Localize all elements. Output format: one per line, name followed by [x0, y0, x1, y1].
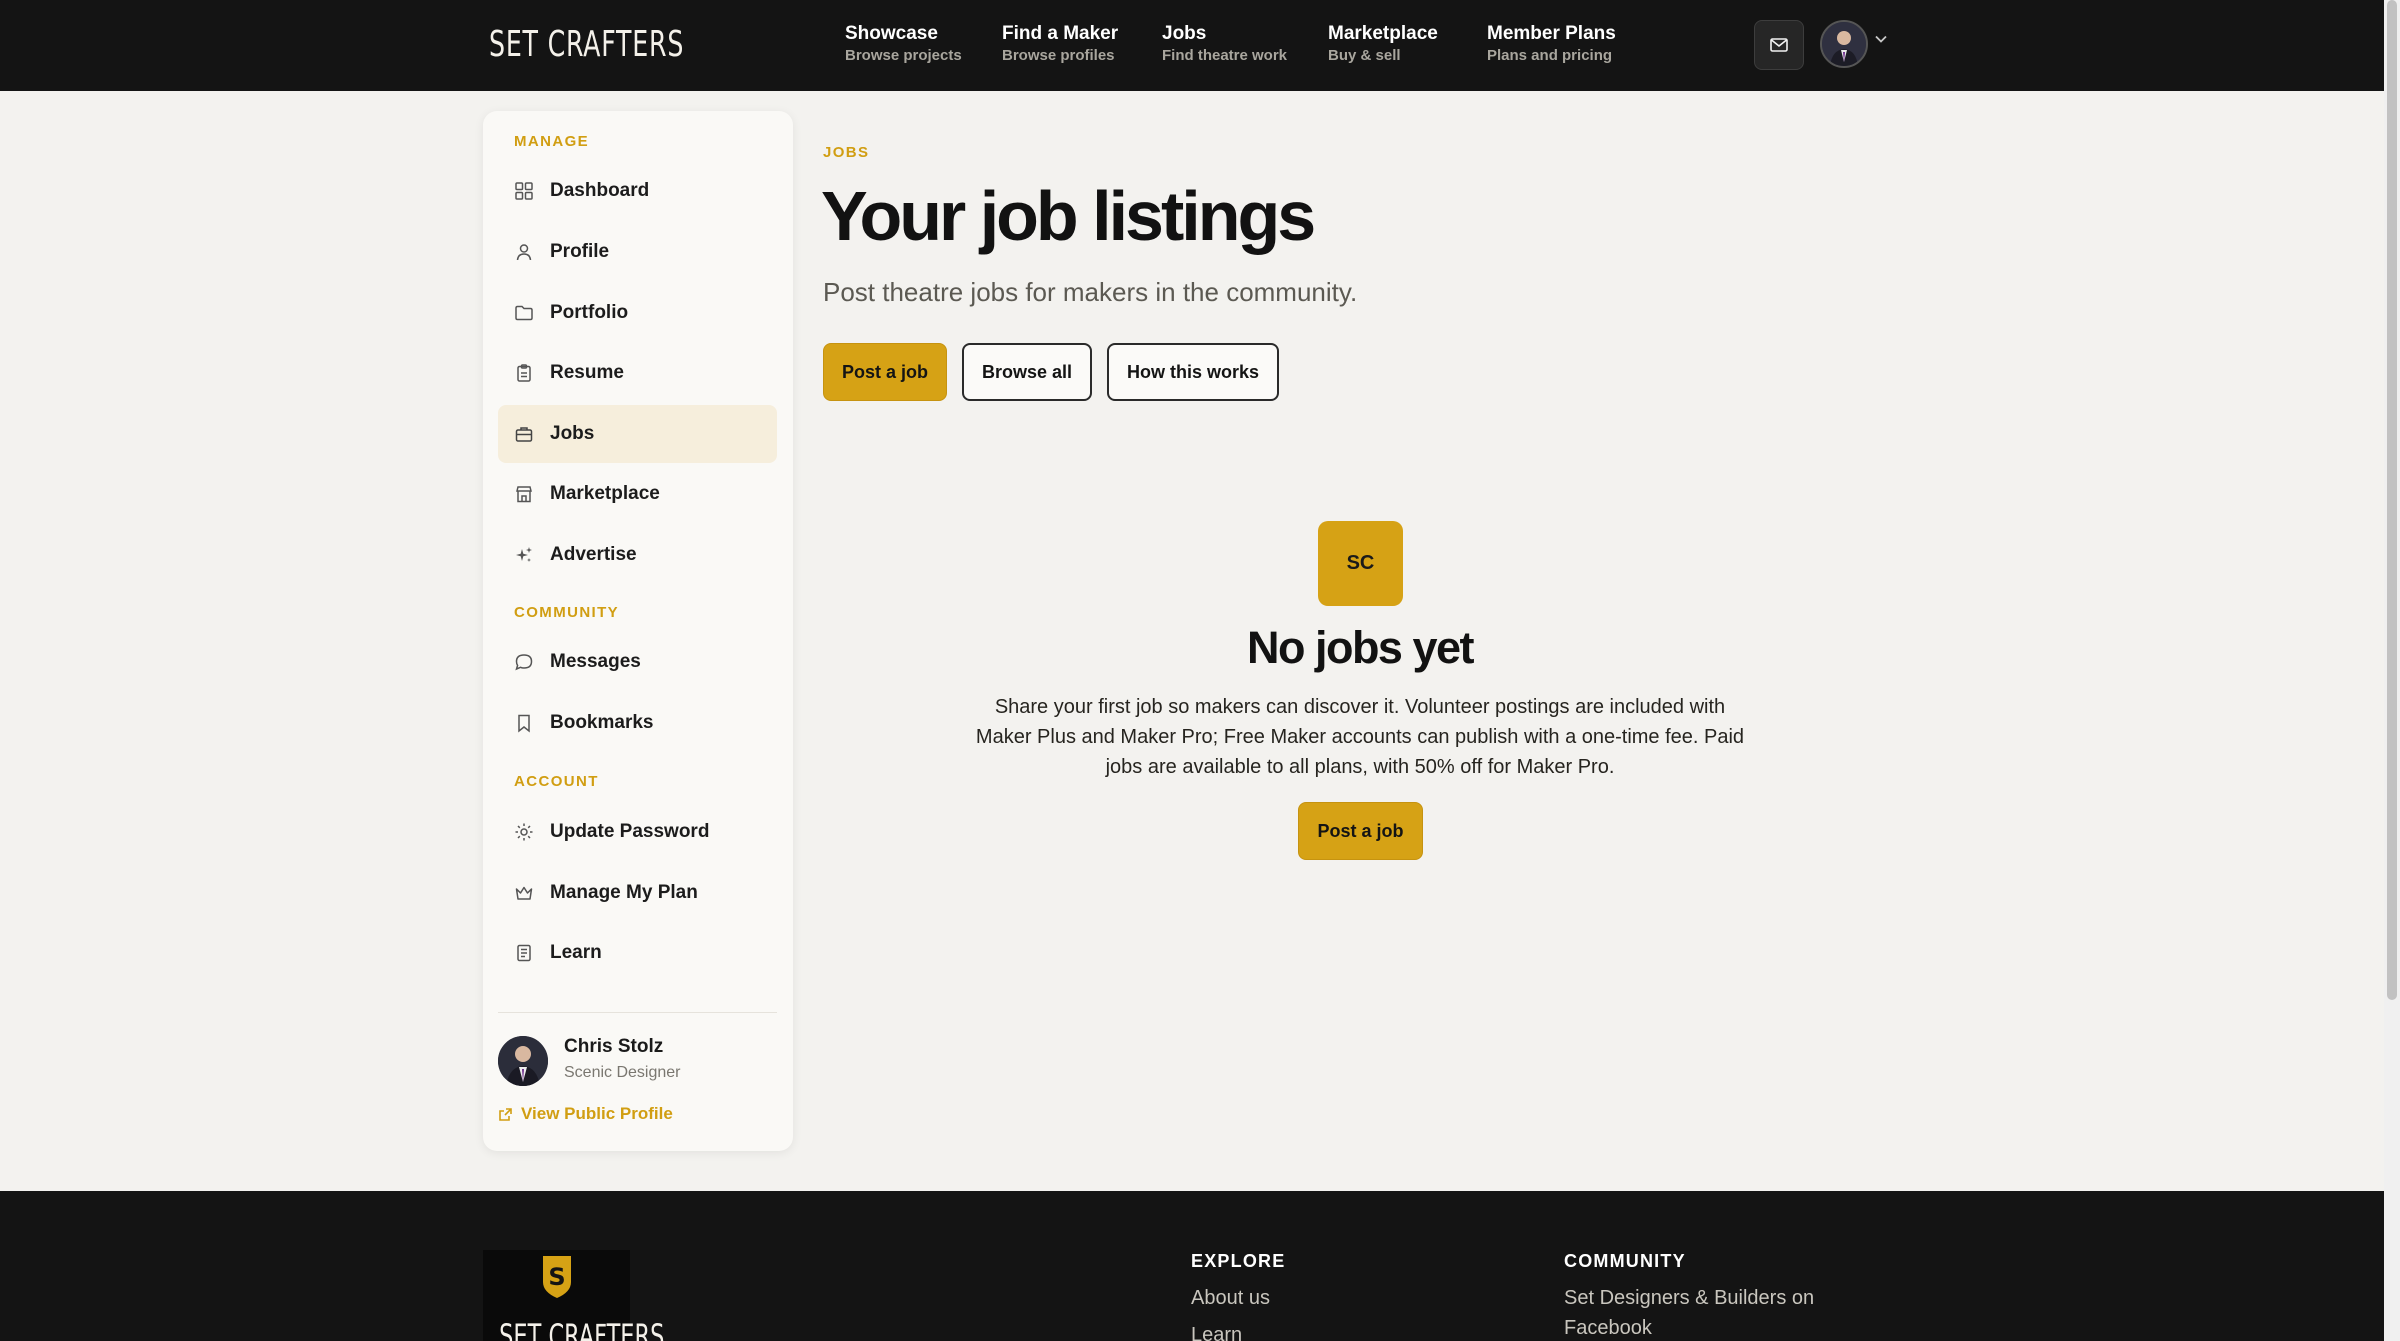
sidebar-item-label: Portfolio: [550, 302, 629, 323]
footer-community-title: COMMUNITY: [1564, 1251, 1686, 1271]
sidebar-item-dashboard[interactable]: Dashboard: [498, 162, 777, 220]
chat-bubble-icon: [515, 654, 533, 671]
post-job-button[interactable]: Post a job: [823, 343, 947, 401]
user-icon: [516, 244, 532, 261]
sidebar-item-messages[interactable]: Messages: [498, 633, 777, 691]
nav-marketplace[interactable]: Marketplace Buy & sell: [1328, 22, 1438, 66]
footer-logo[interactable]: S SET CRAFTERS: [483, 1250, 665, 1341]
nav-find-a-maker-sub: Browse profiles: [1002, 47, 1115, 64]
sidebar-item-label: Resume: [550, 362, 624, 383]
user-name: Chris Stolz: [564, 1036, 664, 1057]
nav-member-plans-title: Member Plans: [1487, 23, 1616, 44]
brand-name: SET CRAFTERS: [489, 23, 685, 65]
sidebar-item-bookmarks[interactable]: Bookmarks: [498, 694, 777, 752]
sidebar-item-label: Jobs: [550, 423, 595, 444]
nav-find-a-maker[interactable]: Find a Maker Browse profiles: [1002, 22, 1118, 66]
browse-all-button[interactable]: Browse all: [962, 343, 1092, 401]
footer-explore-title: EXPLORE: [1191, 1251, 1286, 1271]
footer-link-about[interactable]: About us: [1191, 1283, 1270, 1313]
sidebar-item-portfolio[interactable]: Portfolio: [498, 284, 777, 342]
page-title: Your job listings: [821, 177, 1316, 255]
view-public-profile-label: View Public Profile: [521, 1104, 673, 1123]
sidebar-item-label: Update Password: [550, 821, 710, 842]
clipboard-icon: [517, 364, 531, 382]
chevron-down-icon[interactable]: [1875, 35, 1887, 43]
nav-jobs[interactable]: Jobs Find theatre work: [1162, 22, 1287, 66]
sidebar-item-label: Manage My Plan: [550, 882, 698, 903]
sidebar-item-label: Messages: [550, 651, 641, 672]
sidebar-item-marketplace[interactable]: Marketplace: [498, 465, 777, 523]
sidebar-item-learn[interactable]: Learn: [498, 924, 777, 982]
view-public-profile-link[interactable]: View Public Profile: [498, 1104, 673, 1124]
nav-marketplace-sub: Buy & sell: [1328, 47, 1401, 64]
footer-link-facebook-group[interactable]: Set Designers & Builders on Facebook: [1564, 1283, 1844, 1341]
empty-state-title: No jobs yet: [1246, 622, 1475, 673]
page-eyebrow: JOBS: [823, 144, 870, 161]
shield-logo-icon: S: [543, 1256, 571, 1298]
sidebar-item-advertise[interactable]: Advertise: [498, 526, 777, 584]
section-account: ACCOUNT: [514, 773, 599, 790]
empty-post-job-button[interactable]: Post a job: [1298, 802, 1423, 860]
footer-brand-name: SET CRAFTERS: [499, 1317, 665, 1341]
footer-link-learn[interactable]: Learn: [1191, 1320, 1242, 1341]
empty-state-badge: SC: [1318, 521, 1403, 606]
nav-find-a-maker-title: Find a Maker: [1002, 23, 1119, 44]
page-subtitle: Post theatre jobs for makers in the comm…: [823, 277, 1358, 307]
brand-logo[interactable]: S SET CRAFTERS: [483, 20, 709, 68]
sidebar-item-label: Profile: [550, 241, 610, 262]
avatar: [1822, 22, 1866, 66]
mail-icon: [1770, 38, 1788, 52]
bookmark-icon: [518, 714, 530, 733]
nav-member-plans-sub: Plans and pricing: [1487, 47, 1613, 64]
sparkles-icon: [516, 547, 532, 562]
user-avatar-menu[interactable]: [1820, 20, 1868, 68]
how-this-works-button[interactable]: How this works: [1107, 343, 1279, 401]
sidebar-item-label: Dashboard: [550, 180, 650, 201]
sidebar-item-label: Learn: [550, 942, 602, 963]
folder-icon: [515, 305, 533, 321]
nav-showcase-title: Showcase: [845, 23, 938, 44]
sidebar-item-label: Advertise: [550, 544, 637, 565]
sidebar-item-resume[interactable]: Resume: [498, 344, 777, 402]
avatar: [498, 1036, 548, 1086]
messages-button[interactable]: [1754, 20, 1804, 70]
user-role: Scenic Designer: [564, 1064, 681, 1081]
book-icon: [517, 944, 531, 962]
nav-member-plans[interactable]: Member Plans Plans and pricing: [1487, 22, 1616, 66]
sidebar-item-update-password[interactable]: Update Password: [498, 803, 777, 861]
sidebar: MANAGE Dashboard Profile Portfolio Resum…: [483, 111, 793, 1151]
profile-photo: [498, 1036, 548, 1086]
empty-state-text: Share your first job so makers can disco…: [975, 696, 1745, 778]
sidebar-item-manage-plan[interactable]: Manage My Plan: [498, 864, 777, 922]
scrollbar-thumb[interactable]: [2387, 0, 2397, 1000]
sidebar-item-label: Bookmarks: [550, 712, 654, 733]
sidebar-divider: [498, 1012, 777, 1013]
nav-jobs-title: Jobs: [1162, 23, 1207, 44]
store-icon: [516, 486, 532, 503]
nav-jobs-sub: Find theatre work: [1162, 47, 1288, 64]
section-manage: MANAGE: [514, 133, 590, 150]
crown-icon: [515, 886, 533, 900]
sidebar-item-jobs[interactable]: Jobs: [498, 405, 777, 463]
external-link-icon: [499, 1107, 512, 1121]
nav-showcase[interactable]: Showcase Browse projects: [845, 22, 962, 66]
svg-text:S: S: [548, 1263, 565, 1291]
briefcase-icon: [515, 427, 533, 442]
section-community: COMMUNITY: [514, 604, 620, 621]
sidebar-item-profile[interactable]: Profile: [498, 223, 777, 281]
gear-icon: [515, 823, 533, 841]
dashboard-icon: [515, 182, 533, 200]
top-navbar: S SET CRAFTERS Showcase Browse projects …: [0, 0, 2384, 91]
sidebar-item-label: Marketplace: [550, 483, 660, 504]
nav-showcase-sub: Browse projects: [845, 47, 962, 64]
nav-marketplace-title: Marketplace: [1328, 23, 1438, 44]
